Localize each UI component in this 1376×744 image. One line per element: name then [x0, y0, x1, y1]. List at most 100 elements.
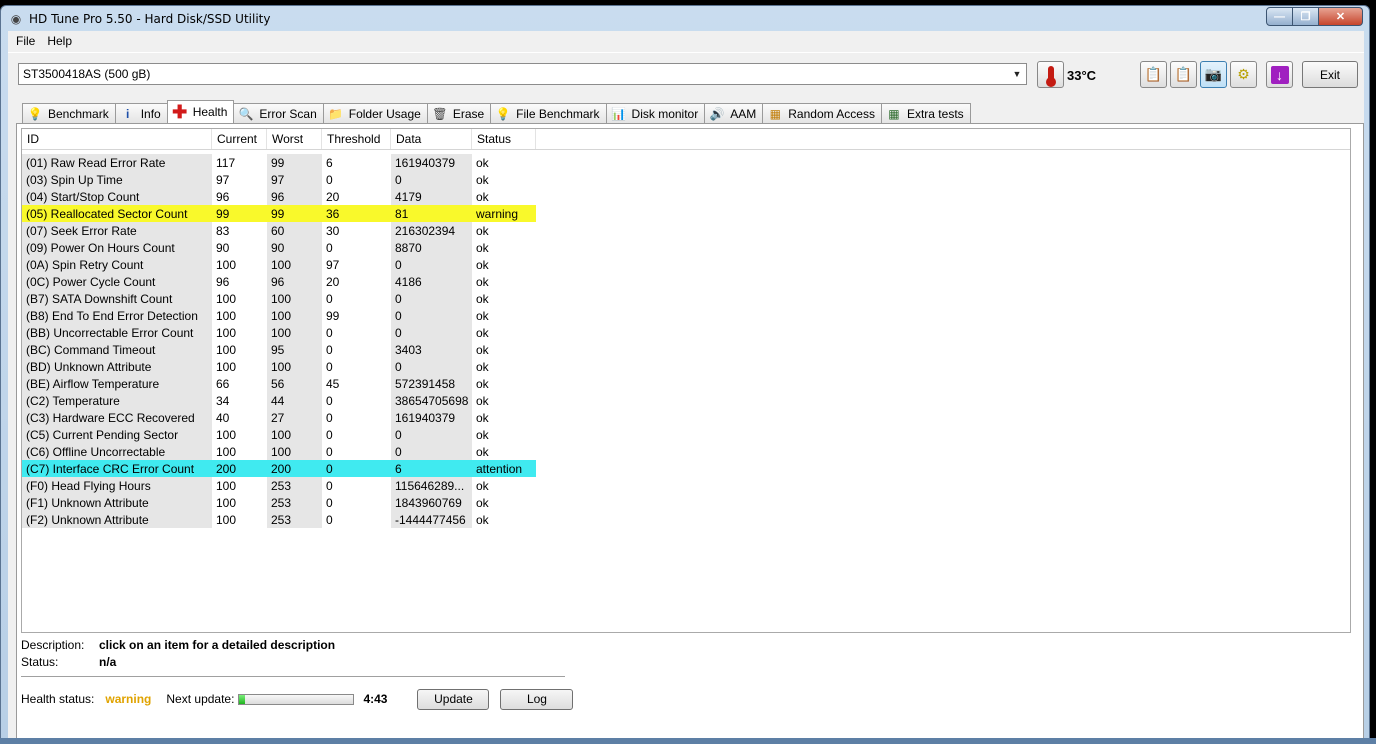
cell-worst: 60 [267, 222, 322, 239]
taskbar [0, 738, 1376, 744]
cell-worst: 27 [267, 409, 322, 426]
tab-disk-monitor[interactable]: 📊 Disk monitor [605, 103, 706, 123]
smart-table[interactable]: ID Current Worst Threshold Data Status (… [21, 128, 1351, 633]
cell-current: 40 [216, 410, 230, 425]
update-button[interactable]: Update [417, 688, 490, 710]
table-row[interactable]: (03) Spin Up Time 97 97 0 0 ok [22, 171, 1350, 188]
cell-current: 66 [216, 376, 230, 391]
description-value: click on an item for a detailed descript… [99, 637, 336, 652]
app-window: ◉ HD Tune Pro 5.50 - Hard Disk/SSD Utili… [0, 5, 1370, 744]
table-row[interactable]: (04) Start/Stop Count 96 96 20 4179 ok [22, 188, 1350, 205]
tab-benchmark[interactable]: 💡 Benchmark [22, 103, 116, 123]
column-header-status[interactable]: Status [472, 129, 536, 149]
table-row[interactable]: (C2) Temperature 34 44 0 38654705698 ok [22, 392, 1350, 409]
column-header-id[interactable]: ID [22, 129, 212, 149]
cell-id: (09) Power On Hours Count [22, 239, 212, 256]
cell-threshold: 99 [326, 308, 340, 323]
tab-label: Disk monitor [631, 106, 699, 121]
cell-data: 216302394 [391, 222, 472, 239]
table-row[interactable]: (BC) Command Timeout 100 95 0 3403 ok [22, 341, 1350, 358]
temperature-button[interactable] [1037, 61, 1064, 88]
status-value: n/a [99, 654, 117, 669]
options-button[interactable]: ⚙ [1230, 61, 1257, 88]
column-header-threshold[interactable]: Threshold [322, 129, 391, 149]
temperature-value: 33°C [1067, 68, 1097, 83]
tab-random-access[interactable]: ▦ Random Access [762, 103, 882, 123]
column-header-data[interactable]: Data [391, 129, 472, 149]
menu-file[interactable]: File [10, 34, 41, 48]
tab-error-scan[interactable]: 🔍 Error Scan [233, 103, 324, 123]
save-button[interactable]: ↓ [1266, 61, 1293, 88]
copy-screenshot-button[interactable]: 📋 [1170, 61, 1197, 88]
cell-id: (B8) End To End Error Detection [22, 307, 212, 324]
cell-status: ok [476, 410, 489, 425]
cell-worst: 96 [267, 188, 322, 205]
table-row[interactable]: (01) Raw Read Error Rate 117 99 6 161940379 o… [22, 154, 1350, 171]
cell-worst: 44 [267, 392, 322, 409]
health-panel: ID Current Worst Threshold Data Status (… [16, 123, 1364, 744]
cell-status: ok [476, 240, 489, 255]
table-row[interactable]: (05) Reallocated Sector Count 99 99 36 81 war… [22, 205, 1350, 222]
table-row[interactable]: (B8) End To End Error Detection 100 100 99 0… [22, 307, 1350, 324]
tab-folder-usage[interactable]: 📁 Folder Usage [322, 103, 428, 123]
tab-label: Error Scan [259, 106, 317, 121]
table-row[interactable]: (C5) Current Pending Sector 100 100 0 0 ok [22, 426, 1350, 443]
table-row[interactable]: (F1) Unknown Attribute 100 253 0 1843960769 o… [22, 494, 1350, 511]
table-row[interactable]: (F2) Unknown Attribute 100 253 0 -1444477456… [22, 511, 1350, 528]
cell-worst: 253 [267, 511, 322, 528]
cell-data: 0 [391, 324, 472, 341]
copy-text-button[interactable]: 📋 [1140, 61, 1167, 88]
minimize-button[interactable]: — [1266, 7, 1293, 26]
cell-status: ok [476, 325, 489, 340]
tab-file-benchmark[interactable]: 💡 File Benchmark [490, 103, 607, 123]
table-row[interactable]: (09) Power On Hours Count 90 90 0 8870 ok [22, 239, 1350, 256]
table-row[interactable]: (07) Seek Error Rate 83 60 30 216302394 ok [22, 222, 1350, 239]
description-area: Description: click on an item for a deta… [21, 636, 581, 670]
table-row[interactable]: (BD) Unknown Attribute 100 100 0 0 ok [22, 358, 1350, 375]
cell-threshold: 20 [326, 274, 340, 289]
tab-label: AAM [730, 106, 757, 121]
column-header-current[interactable]: Current [212, 129, 267, 149]
screenshot-button[interactable]: 📷 [1200, 61, 1227, 88]
health-cross-icon: ✚ [172, 101, 188, 122]
title-bar[interactable]: ◉ HD Tune Pro 5.50 - Hard Disk/SSD Utili… [1, 6, 1369, 31]
cell-id: (C6) Offline Uncorrectable [22, 443, 212, 460]
lightbulb-icon: 💡 [27, 106, 43, 121]
drive-select[interactable]: ST3500418AS (500 gB) ▼ [18, 63, 1027, 85]
cell-worst: 90 [267, 239, 322, 256]
tab-info[interactable]: i Info [114, 103, 168, 123]
table-row[interactable]: (0A) Spin Retry Count 100 100 97 0 ok [22, 256, 1350, 273]
tab-erase[interactable]: 🗑 Erase [426, 103, 492, 123]
cell-id: (C5) Current Pending Sector [22, 426, 212, 443]
column-header-worst[interactable]: Worst [267, 129, 322, 149]
table-row[interactable]: (C6) Offline Uncorrectable 100 100 0 0 ok [22, 443, 1350, 460]
cell-threshold: 0 [326, 393, 333, 408]
table-row[interactable]: (0C) Power Cycle Count 96 96 20 4186 ok [22, 273, 1350, 290]
exit-button[interactable]: Exit [1302, 61, 1358, 88]
log-button[interactable]: Log [500, 688, 574, 710]
cell-threshold: 0 [326, 342, 333, 357]
menu-help[interactable]: Help [41, 34, 78, 48]
cell-data: 8870 [391, 239, 472, 256]
tab-extra-tests[interactable]: ▦ Extra tests [880, 103, 971, 123]
cell-id: (0C) Power Cycle Count [22, 273, 212, 290]
table-row[interactable]: (BE) Airflow Temperature 66 56 45 572391458 o… [22, 375, 1350, 392]
cell-worst: 99 [267, 205, 322, 222]
cell-threshold: 0 [326, 512, 333, 527]
close-button[interactable]: ✕ [1319, 7, 1363, 26]
tab-aam[interactable]: 🔊 AAM [704, 103, 764, 123]
cell-status: ok [476, 512, 489, 527]
cell-id: (03) Spin Up Time [22, 171, 212, 188]
table-row[interactable]: (C7) Interface CRC Error Count 200 200 0 6 at… [22, 460, 1350, 477]
table-row[interactable]: (BB) Uncorrectable Error Count 100 100 0 0 ok [22, 324, 1350, 341]
cell-worst: 100 [267, 256, 322, 273]
table-row[interactable]: (F0) Head Flying Hours 100 253 0 115646289..… [22, 477, 1350, 494]
tab-health[interactable]: ✚ Health [166, 100, 235, 123]
dropdown-arrow-icon[interactable]: ▼ [1008, 64, 1026, 84]
maximize-button[interactable]: ❐ [1293, 7, 1319, 26]
cell-data: 3403 [391, 341, 472, 358]
table-row[interactable]: (C3) Hardware ECC Recovered 40 27 0 16194037… [22, 409, 1350, 426]
cell-id: (B7) SATA Downshift Count [22, 290, 212, 307]
table-row[interactable]: (B7) SATA Downshift Count 100 100 0 0 ok [22, 290, 1350, 307]
cell-current: 34 [216, 393, 230, 408]
